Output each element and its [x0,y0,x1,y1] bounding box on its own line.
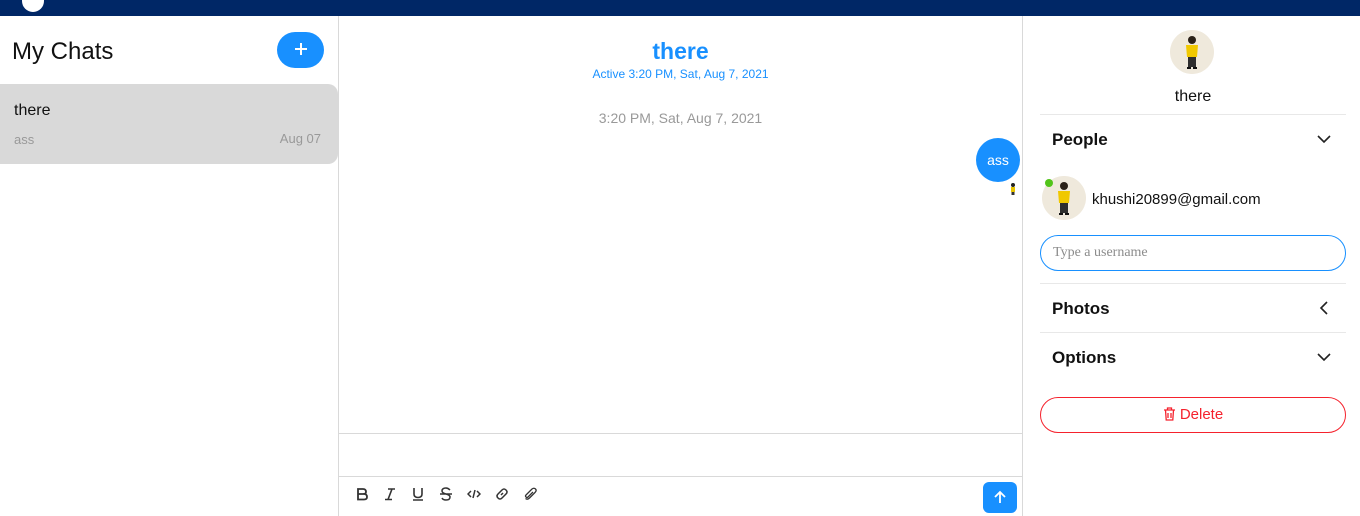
my-message-bubble: ass [976,138,1020,182]
chat-card-name: there [14,102,51,119]
message-toolbar [339,477,1022,516]
message-input[interactable] [339,433,1022,477]
chat-list-panel: My Chats there ass Aug 07 [0,16,339,516]
send-button[interactable] [983,482,1017,513]
chat-card-date: Aug 07 [279,131,321,146]
options-section-header[interactable]: Options [1040,332,1346,381]
photos-label: Photos [1052,299,1110,318]
chat-active-status: Active 3:20 PM, Sat, Aug 7, 2021 [592,67,769,81]
delete-label: Delete [1179,406,1224,423]
options-label: Options [1052,348,1117,367]
chat-feed-panel: there Active 3:20 PM, Sat, Aug 7, 2021 3… [339,16,1023,516]
chat-card-last-message: ass [14,132,35,147]
delete-chat-button[interactable]: Delete [1040,397,1346,433]
arrow-up-icon [994,490,1006,503]
trash-icon [1163,407,1175,421]
person-email: khushi20899@gmail.com [1092,191,1261,208]
chevron-left-icon [1319,301,1328,315]
chat-settings-panel: there People khushi20899@gmail.com Photo… [1023,16,1360,516]
plus-icon [294,43,307,55]
link-icon[interactable] [493,487,511,505]
chat-title: there [652,38,709,64]
online-status-dot [1045,179,1053,187]
app-logo [22,0,44,12]
italic-icon[interactable] [381,487,399,505]
chevron-down-icon [1317,353,1331,362]
code-icon[interactable] [465,487,483,505]
chat-avatar [1170,30,1214,74]
people-label: People [1052,130,1108,149]
chat-card-selected[interactable]: there ass Aug 07 [0,84,338,164]
message-timestamp: 3:20 PM, Sat, Aug 7, 2021 [598,110,763,126]
attachment-icon[interactable] [521,487,539,505]
chat-list-title: My Chats [12,38,114,65]
people-section-header[interactable]: People [1040,114,1346,163]
new-chat-button[interactable] [277,32,324,68]
underline-icon[interactable] [409,487,427,505]
settings-chat-name: there [1174,88,1212,105]
username-input[interactable] [1040,235,1346,271]
top-navbar [0,0,1360,16]
bold-icon[interactable] [353,487,371,505]
chevron-down-icon [1317,135,1331,144]
person-row: khushi20899@gmail.com [1042,176,1342,222]
photos-section-header[interactable]: Photos [1040,283,1346,332]
strikethrough-icon[interactable] [437,487,455,505]
read-receipt-avatar [1011,183,1015,195]
